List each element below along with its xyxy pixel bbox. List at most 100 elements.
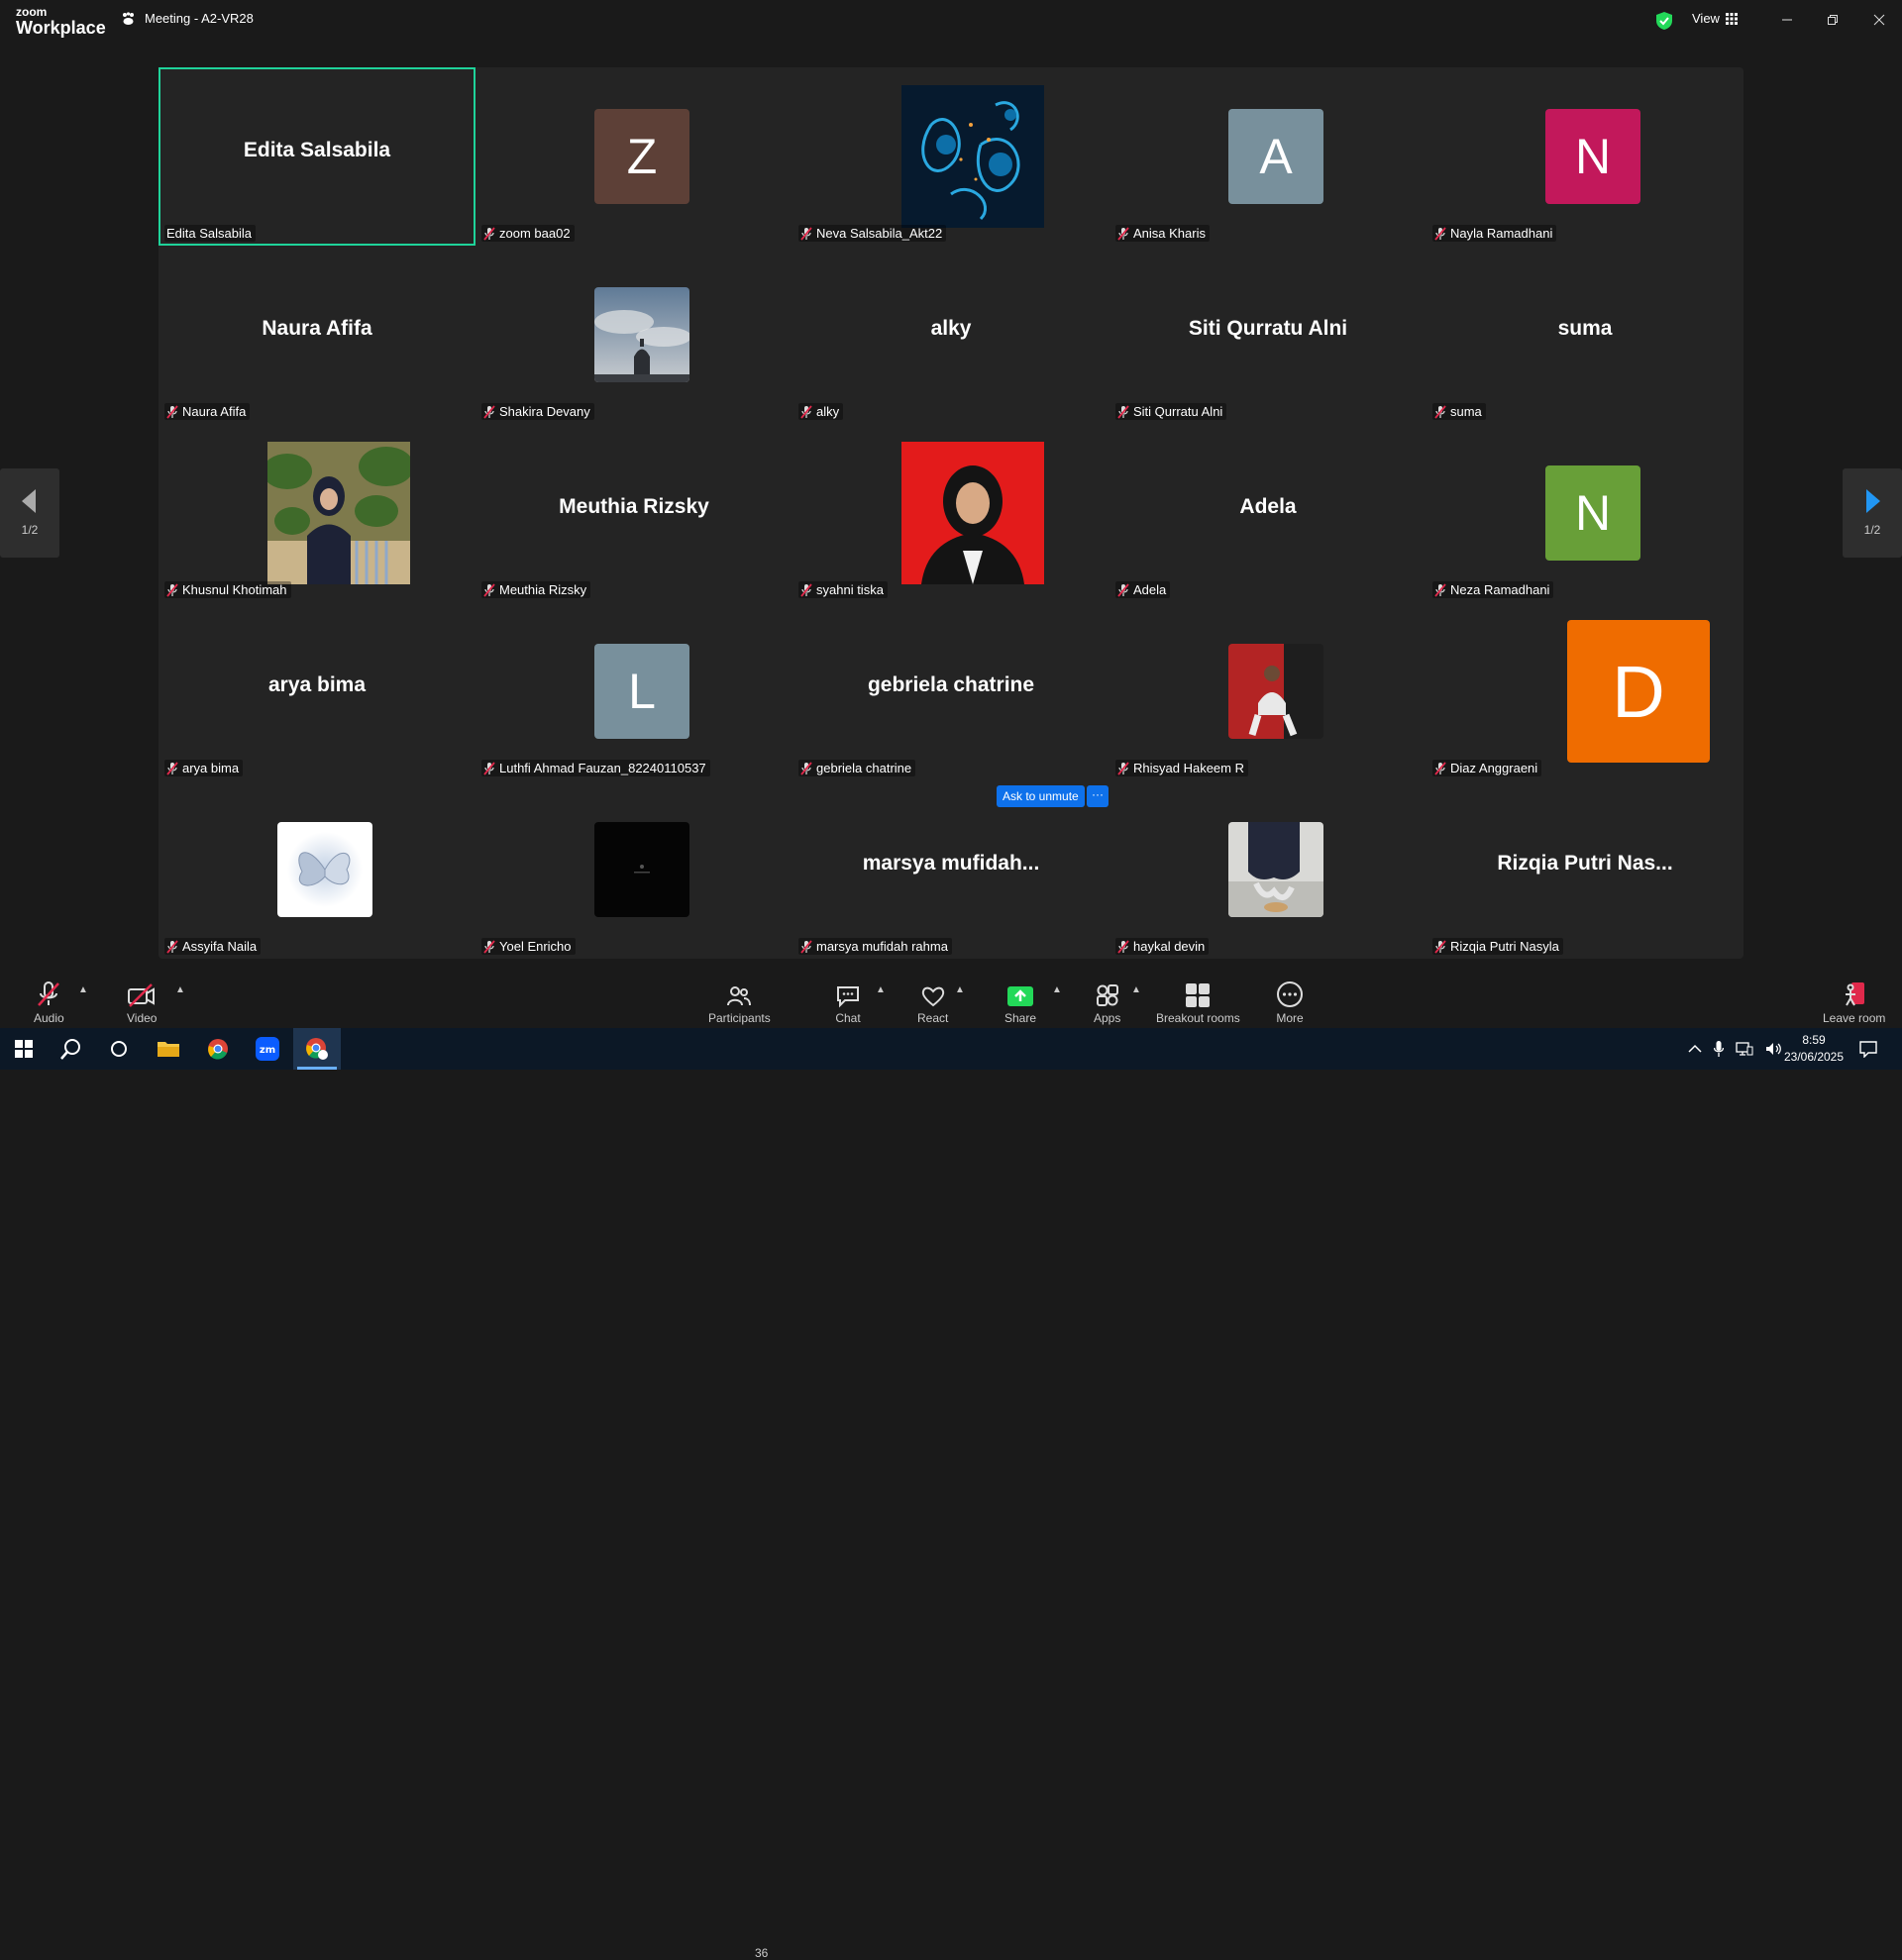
participant-tile[interactable]: haykal devin [1110, 780, 1426, 959]
participant-tile[interactable]: N Nayla Ramadhani [1426, 67, 1744, 246]
participant-name: haykal devin [1133, 939, 1206, 954]
react-button[interactable]: React [917, 979, 948, 1025]
chat-icon [837, 986, 859, 1008]
participant-avatar: Z [594, 109, 689, 204]
participant-tile[interactable]: Khusnul Khotimah [158, 424, 476, 602]
zoom-app-icon: zm [256, 1037, 279, 1061]
participant-display-name: Edita Salsabila [243, 139, 391, 161]
cortana-button[interactable] [95, 1028, 143, 1070]
participant-tile[interactable]: Zzoom baa02 [476, 67, 792, 246]
participant-name: Rhisyad Hakeem R [1133, 761, 1244, 775]
participant-name: Assyifa Naila [182, 939, 258, 954]
apps-button[interactable]: Apps [1094, 979, 1120, 1025]
participant-display-name: Rizqia Putri Nas... [1497, 852, 1673, 875]
taskbar-search-button[interactable] [48, 1028, 95, 1070]
security-shield-icon[interactable] [1655, 11, 1673, 31]
muted-mic-icon [800, 404, 812, 419]
action-center-button[interactable] [1845, 1028, 1892, 1070]
taskbar-zoom[interactable]: zm [244, 1028, 291, 1070]
zoom-logo: zoom Workplace [16, 6, 106, 37]
video-button[interactable]: Video [127, 979, 157, 1025]
network-icon[interactable] [1736, 1042, 1753, 1056]
prev-page-button[interactable]: 1/2 [0, 468, 59, 558]
participants-button[interactable]: Participants [708, 979, 771, 1025]
audio-options-caret[interactable]: ▲ [78, 984, 88, 995]
participant-tile[interactable]: L Luthfi Ahmad Fauzan_82240110537 [476, 602, 792, 780]
share-options-caret[interactable]: ▲ [1052, 984, 1062, 995]
taskbar-chrome-active[interactable] [293, 1028, 341, 1070]
participant-tile[interactable]: Meuthia Rizsky Meuthia Rizsky [476, 424, 792, 602]
apps-options-caret[interactable]: ▲ [1131, 984, 1141, 995]
logo-bottom: Workplace [16, 18, 106, 38]
participant-tile[interactable]: Neva Salsabila_Akt22 [792, 67, 1110, 246]
participant-name: Edita Salsabila [166, 226, 252, 241]
participant-name: Adela [1133, 582, 1167, 597]
participant-tile[interactable]: Assyifa Naila [158, 780, 476, 959]
share-screen-icon [1007, 986, 1034, 1006]
breakout-rooms-button[interactable]: Breakout rooms [1156, 979, 1240, 1025]
muted-mic-icon [1117, 939, 1129, 954]
taskbar-clock[interactable]: 8:59 23/06/2025 [1779, 1032, 1849, 1066]
react-options-caret[interactable]: ▲ [955, 984, 965, 995]
participant-name-label: suma [1432, 403, 1486, 420]
participant-tile[interactable]: Edita Salsabila Edita Salsabila [158, 67, 476, 246]
participant-name-label: Meuthia Rizsky [481, 581, 591, 598]
chat-options-caret[interactable]: ▲ [876, 984, 886, 995]
taskbar-file-explorer[interactable] [145, 1028, 192, 1070]
start-button[interactable] [0, 1028, 48, 1070]
windows-logo-icon [15, 1040, 33, 1058]
close-button[interactable] [1864, 8, 1894, 32]
participant-tile[interactable]: Adela Adela [1110, 424, 1426, 602]
video-options-caret[interactable]: ▲ [175, 984, 185, 995]
chat-button[interactable]: Chat [835, 979, 861, 1025]
participant-tile[interactable]: Rhisyad Hakeem R [1110, 602, 1426, 780]
participant-name-label: Nayla Ramadhani [1432, 225, 1557, 242]
tray-overflow-icon[interactable] [1688, 1044, 1702, 1054]
participant-tile[interactable]: D Diaz Anggraeni [1426, 602, 1744, 780]
meeting-info[interactable]: Meeting - A2-VR28 [121, 11, 254, 26]
muted-mic-icon [483, 404, 495, 419]
tray-microphone-icon[interactable] [1714, 1041, 1724, 1057]
taskbar-chrome[interactable] [194, 1028, 242, 1070]
participant-tile[interactable]: gebriela chatrine gebriela chatrine [792, 602, 1110, 780]
participant-tile[interactable]: syahni tiska [792, 424, 1110, 602]
share-button[interactable]: Share [1004, 979, 1036, 1025]
muted-mic-icon [1434, 404, 1446, 419]
audio-button[interactable]: Audio [34, 979, 64, 1025]
windows-taskbar: zm 8:59 23/06/2025 [0, 1028, 1902, 1070]
participant-tile[interactable]: Naura Afifa Naura Afifa [158, 246, 476, 424]
more-button[interactable]: More [1276, 979, 1304, 1025]
participant-tile[interactable]: alky alky [792, 246, 1110, 424]
participant-name-label: Shakira Devany [481, 403, 594, 420]
muted-mic-icon [1117, 404, 1129, 419]
participant-name-label: Edita Salsabila [164, 225, 256, 242]
ask-to-unmute-button[interactable]: Ask to unmute [997, 785, 1085, 807]
leave-room-button[interactable]: Leave room [1823, 979, 1885, 1025]
participant-tile[interactable]: marsya mufidah... marsya mufidah rahma [792, 780, 1110, 959]
participant-tile[interactable]: arya bima arya bima [158, 602, 476, 780]
restore-button[interactable] [1818, 8, 1848, 32]
audio-label: Audio [34, 1011, 64, 1025]
participant-tile[interactable]: Siti Qurratu Alni Siti Qurratu Alni [1110, 246, 1426, 424]
participant-tile[interactable]: Shakira Devany [476, 246, 792, 424]
participant-tile[interactable]: Yoel Enricho [476, 780, 792, 959]
next-page-button[interactable]: 1/2 [1843, 468, 1902, 558]
participant-name: zoom baa02 [499, 226, 571, 241]
participant-display-name: Siti Qurratu Alni [1188, 317, 1348, 340]
participant-name-label: Diaz Anggraeni [1432, 760, 1542, 776]
participant-name: alky [816, 404, 840, 419]
participant-avatar: N [1545, 109, 1640, 204]
participant-tile[interactable]: A Anisa Kharis [1110, 67, 1426, 246]
tile-more-options-button[interactable]: ··· [1087, 785, 1109, 807]
participant-name: Naura Afifa [182, 404, 247, 419]
meeting-paw-icon [123, 11, 134, 25]
chrome-zoom-icon [306, 1038, 328, 1060]
folder-icon [158, 1042, 179, 1057]
participant-tile[interactable]: N Neza Ramadhani [1426, 424, 1744, 602]
more-label: More [1276, 1011, 1304, 1025]
participant-tile[interactable]: Rizqia Putri Nas... Rizqia Putri Nasyla [1426, 780, 1744, 959]
minimize-button[interactable] [1772, 8, 1802, 32]
view-button[interactable]: View [1692, 11, 1738, 26]
video-off-icon [128, 983, 156, 1007]
participant-tile[interactable]: suma suma [1426, 246, 1744, 424]
